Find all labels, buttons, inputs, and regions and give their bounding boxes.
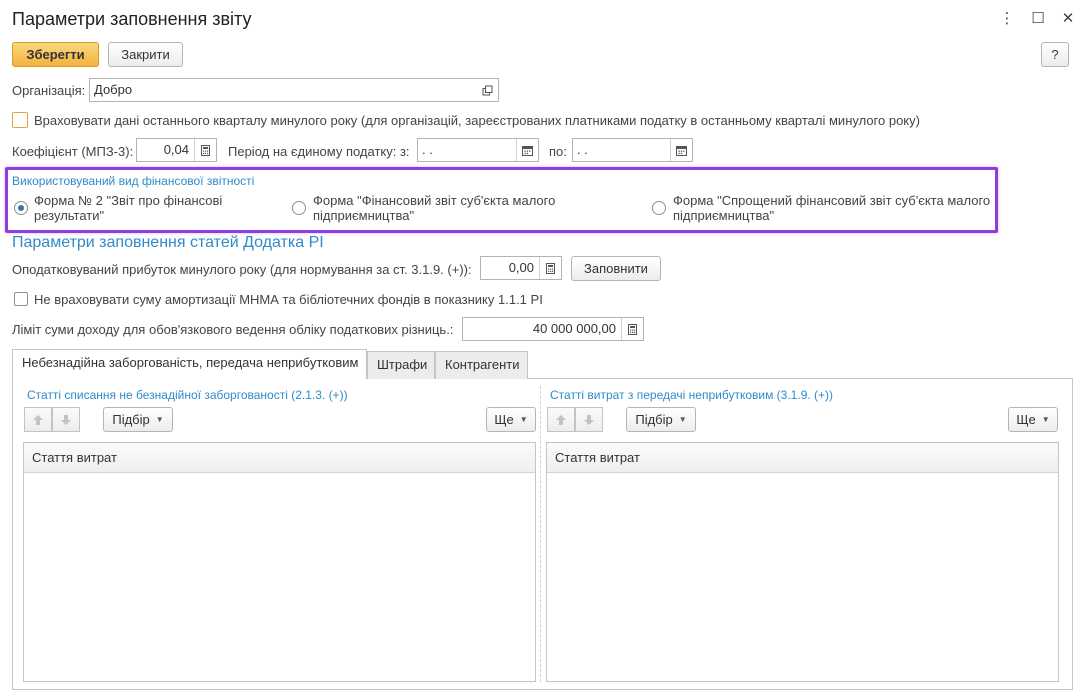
tab-penalties[interactable]: Штрафи xyxy=(367,351,435,379)
move-up-button[interactable] xyxy=(547,407,575,432)
right-panel-title: Статті витрат з передачі неприбутковим (… xyxy=(550,388,834,402)
left-more-label: Ще xyxy=(494,412,514,427)
save-button[interactable]: Зберегти xyxy=(12,42,99,67)
window-title: Параметри заповнення звіту xyxy=(12,9,252,29)
open-icon[interactable] xyxy=(476,79,498,101)
left-more-button[interactable]: Ще ▼ xyxy=(486,407,536,432)
move-up-button[interactable] xyxy=(24,407,52,432)
income-limit-label: Ліміт суми доходу для обов'язкового веде… xyxy=(12,322,454,337)
income-limit-value: 40 000 000,00 xyxy=(532,321,616,336)
report-form-option-1[interactable]: Форма № 2 "Звіт про фінансові результати… xyxy=(34,193,254,223)
calculator-icon[interactable] xyxy=(194,139,216,161)
chevron-down-icon: ▼ xyxy=(519,415,528,424)
last-quarter-checkbox[interactable] xyxy=(12,112,28,128)
left-pick-button[interactable]: Підбір ▼ xyxy=(103,407,173,432)
organization-label: Організація: xyxy=(12,83,86,98)
period-to-field[interactable]: . . xyxy=(572,138,693,162)
right-more-label: Ще xyxy=(1016,412,1036,427)
move-down-button[interactable] xyxy=(52,407,80,432)
more-menu-icon[interactable]: ⋮ xyxy=(997,9,1017,29)
left-table[interactable]: Стаття витрат xyxy=(23,442,536,682)
calendar-icon[interactable] xyxy=(516,139,538,161)
organization-value: Добро xyxy=(94,82,133,97)
taxable-profit-field[interactable]: 0,00 xyxy=(480,256,562,280)
income-limit-field[interactable]: 40 000 000,00 xyxy=(462,317,644,341)
calculator-icon[interactable] xyxy=(539,257,561,279)
coefficient-label: Коефіцієнт (МПЗ-3): xyxy=(12,144,134,159)
close-icon[interactable]: ✕ xyxy=(1058,9,1078,29)
organization-field[interactable]: Добро xyxy=(89,78,499,102)
report-form-title: Використовуваний вид фінансової звітност… xyxy=(12,174,255,188)
report-form-option-2[interactable]: Форма "Фінансовий звіт суб'єкта малого п… xyxy=(313,193,603,223)
arrow-up-icon xyxy=(556,414,566,425)
calendar-icon[interactable] xyxy=(670,139,692,161)
amortization-label: Не враховувати суму амортизації МНМА та … xyxy=(34,292,543,307)
calculator-icon[interactable] xyxy=(621,318,643,340)
tab-bad-debt[interactable]: Небезнадійна заборгованість, передача не… xyxy=(12,349,367,379)
left-table-column-header[interactable]: Стаття витрат xyxy=(24,443,535,473)
coefficient-field[interactable]: 0,04 xyxy=(136,138,217,162)
fill-button[interactable]: Заповнити xyxy=(571,256,661,281)
chevron-down-icon: ▼ xyxy=(155,415,164,424)
arrow-down-icon xyxy=(584,414,594,425)
report-form-radio-1[interactable] xyxy=(14,201,28,215)
right-table[interactable]: Стаття витрат xyxy=(546,442,1059,682)
right-pick-button[interactable]: Підбір ▼ xyxy=(626,407,696,432)
help-button[interactable]: ? xyxy=(1041,42,1069,67)
coefficient-value: 0,04 xyxy=(163,142,189,157)
right-pick-label: Підбір xyxy=(635,412,673,427)
left-pick-label: Підбір xyxy=(112,412,150,427)
arrow-up-icon xyxy=(33,414,43,425)
amortization-checkbox[interactable] xyxy=(14,292,28,306)
close-button[interactable]: Закрити xyxy=(108,42,183,67)
period-to-label: по: xyxy=(549,144,567,159)
period-from-value: . . xyxy=(422,142,433,157)
right-table-column-header[interactable]: Стаття витрат xyxy=(547,443,1058,473)
move-down-button[interactable] xyxy=(575,407,603,432)
chevron-down-icon: ▼ xyxy=(678,415,687,424)
left-panel-title: Статті списання не безнадійної заборгова… xyxy=(27,388,348,402)
period-label: Період на єдиному податку: з: xyxy=(228,144,410,159)
taxable-profit-label: Оподатковуваний прибуток минулого року (… xyxy=(12,262,472,277)
report-form-option-3[interactable]: Форма "Спрощений фінансовий звіт суб'єкт… xyxy=(673,193,993,223)
tab-counterparties[interactable]: Контрагенти xyxy=(435,351,528,379)
period-from-field[interactable]: . . xyxy=(417,138,539,162)
right-more-button[interactable]: Ще ▼ xyxy=(1008,407,1058,432)
appendix-section-title: Параметри заповнення статей Додатка РІ xyxy=(12,234,324,251)
report-form-radio-3[interactable] xyxy=(652,201,666,215)
report-form-radio-2[interactable] xyxy=(292,201,306,215)
taxable-profit-value: 0,00 xyxy=(508,260,534,275)
period-to-value: . . xyxy=(577,142,588,157)
panel-divider xyxy=(540,386,541,682)
maximize-icon[interactable]: ☐ xyxy=(1028,9,1048,29)
last-quarter-label: Враховувати дані останнього кварталу мин… xyxy=(34,113,920,128)
arrow-down-icon xyxy=(61,414,71,425)
chevron-down-icon: ▼ xyxy=(1041,415,1050,424)
